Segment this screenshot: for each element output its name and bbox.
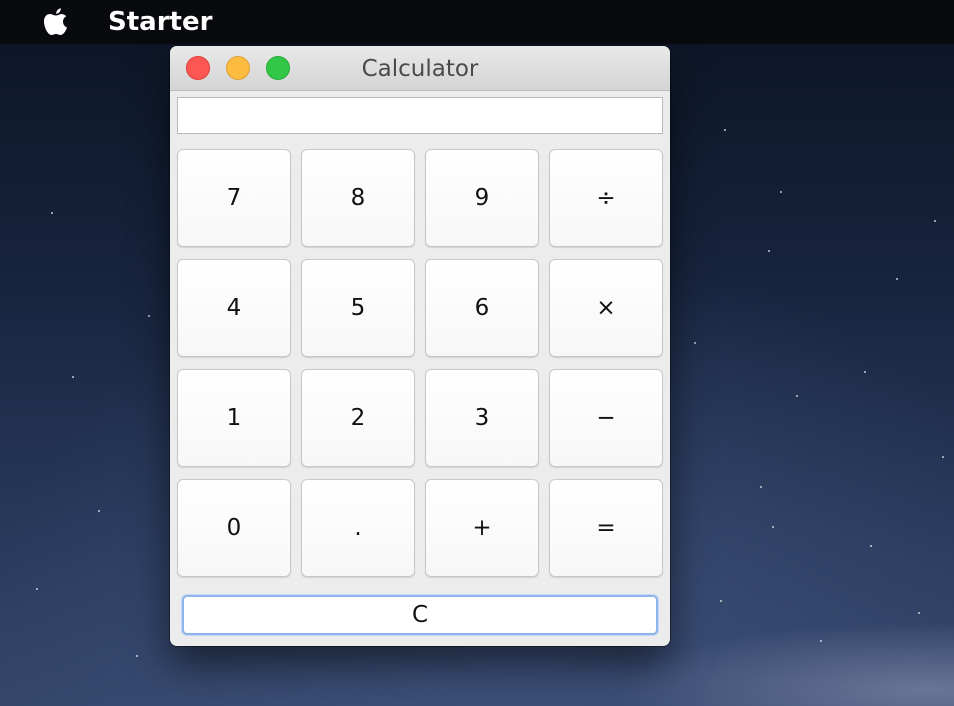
key-1[interactable]: 1 bbox=[177, 369, 291, 467]
key-equals[interactable]: = bbox=[549, 479, 663, 577]
star bbox=[720, 600, 722, 602]
key-6[interactable]: 6 bbox=[425, 259, 539, 357]
calculator-window: Calculator 7 8 9 ÷ 4 5 6 × 1 2 3 − 0 . +… bbox=[170, 46, 670, 646]
key-2[interactable]: 2 bbox=[301, 369, 415, 467]
star bbox=[136, 655, 138, 657]
key-8[interactable]: 8 bbox=[301, 149, 415, 247]
key-decimal[interactable]: . bbox=[301, 479, 415, 577]
calculator-display[interactable] bbox=[177, 97, 663, 134]
key-0[interactable]: 0 bbox=[177, 479, 291, 577]
key-3[interactable]: 3 bbox=[425, 369, 539, 467]
star bbox=[870, 545, 872, 547]
star bbox=[72, 376, 74, 378]
key-4[interactable]: 4 bbox=[177, 259, 291, 357]
key-add[interactable]: + bbox=[425, 479, 539, 577]
star bbox=[896, 278, 898, 280]
menu-bar: Starter bbox=[0, 0, 954, 44]
key-5[interactable]: 5 bbox=[301, 259, 415, 357]
window-title: Calculator bbox=[361, 56, 479, 82]
star bbox=[780, 191, 782, 193]
star bbox=[724, 129, 726, 131]
key-7[interactable]: 7 bbox=[177, 149, 291, 247]
star bbox=[934, 220, 936, 222]
app-name-menu[interactable]: Starter bbox=[108, 0, 212, 44]
star bbox=[98, 510, 100, 512]
star bbox=[760, 486, 762, 488]
star bbox=[36, 588, 38, 590]
star bbox=[820, 640, 822, 642]
key-subtract[interactable]: − bbox=[549, 369, 663, 467]
key-multiply[interactable]: × bbox=[549, 259, 663, 357]
star bbox=[942, 456, 944, 458]
star bbox=[772, 526, 774, 528]
star bbox=[768, 250, 770, 252]
apple-logo-icon[interactable] bbox=[42, 7, 70, 37]
star bbox=[864, 371, 866, 373]
star bbox=[796, 395, 798, 397]
star bbox=[918, 612, 920, 614]
clear-button[interactable]: C bbox=[182, 595, 658, 635]
key-divide[interactable]: ÷ bbox=[549, 149, 663, 247]
star bbox=[694, 342, 696, 344]
key-9[interactable]: 9 bbox=[425, 149, 539, 247]
title-bar[interactable]: Calculator bbox=[170, 46, 670, 91]
star bbox=[51, 212, 53, 214]
star bbox=[148, 315, 150, 317]
